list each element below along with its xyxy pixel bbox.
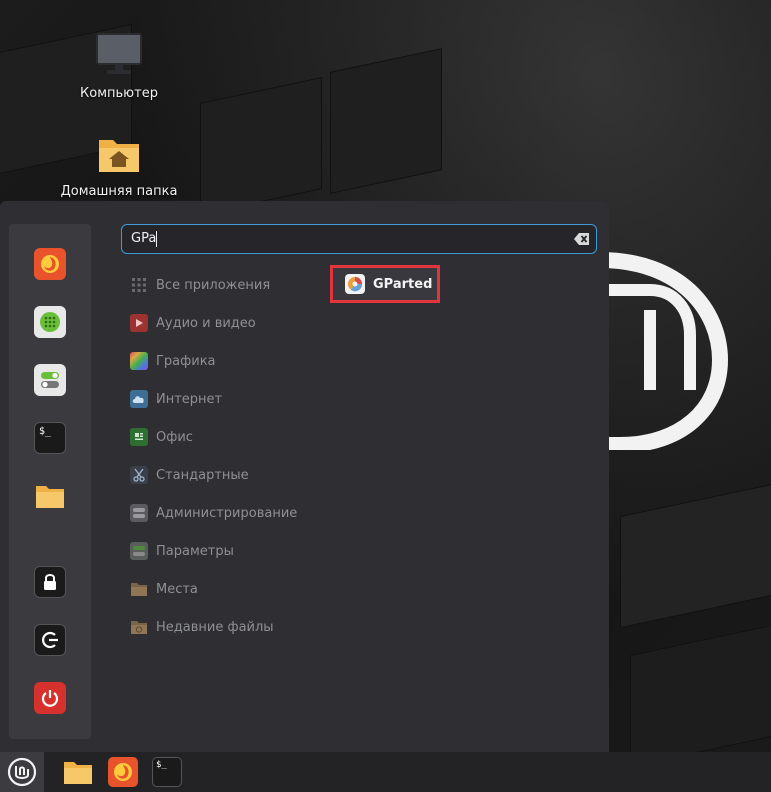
category-all-applications[interactable]: Все приложения	[130, 275, 270, 295]
category-office[interactable]: Офис	[130, 427, 193, 447]
search-result-gparted[interactable]: GParted	[330, 265, 440, 303]
taskbar-terminal[interactable]: $_	[152, 757, 182, 787]
category-internet[interactable]: Интернет	[130, 389, 222, 409]
search-input[interactable]: GPa	[121, 224, 597, 254]
mint-menu-icon	[7, 757, 37, 787]
desktop-icon-label: Домашняя папка	[60, 184, 178, 199]
clear-search-icon[interactable]	[574, 232, 590, 246]
bottom-panel: $_	[0, 752, 771, 792]
cloud-icon	[130, 390, 148, 408]
application-menu: $_ GPa Все приложения Аудио и видео Граф…	[0, 201, 609, 752]
category-label: Все приложения	[156, 277, 271, 293]
category-label: Аудио и видео	[156, 315, 256, 331]
favorite-terminal[interactable]: $_	[34, 422, 66, 454]
category-accessories[interactable]: Стандартные	[130, 465, 249, 485]
category-settings[interactable]: Параметры	[130, 541, 234, 561]
logout-icon	[42, 631, 58, 649]
lock-screen-icon	[44, 574, 56, 590]
text-caret	[156, 231, 157, 247]
palette-icon	[130, 352, 148, 370]
search-input-value: GPa	[131, 231, 157, 246]
search-result-label: GParted	[373, 276, 433, 292]
category-label: Графика	[156, 353, 216, 369]
files-icon	[36, 486, 64, 508]
document-icon	[130, 428, 148, 446]
desktop-icon-home-folder[interactable]: Домашняя папка	[59, 134, 179, 199]
favorite-software-manager[interactable]	[34, 306, 66, 338]
favorites-sidebar: $_	[9, 224, 91, 739]
taskbar-files[interactable]	[63, 757, 93, 787]
desktop-icon-label: Компьютер	[80, 86, 158, 101]
favorite-firefox[interactable]	[34, 248, 66, 280]
shutdown-icon	[41, 690, 59, 707]
category-label: Офис	[156, 429, 193, 445]
toggle-icon	[130, 504, 148, 522]
favorite-files[interactable]	[34, 480, 66, 512]
category-audio-video[interactable]: Аудио и видео	[130, 313, 256, 333]
firefox-icon	[41, 255, 59, 273]
settings-toggle-icon	[130, 542, 148, 560]
category-recent-files[interactable]: Недавние файлы	[130, 617, 274, 637]
scissors-icon	[130, 466, 148, 484]
play-icon	[130, 314, 148, 332]
favorite-system-settings[interactable]	[34, 364, 66, 396]
grid-icon	[130, 276, 148, 294]
monitor-icon	[96, 33, 142, 74]
desktop-icon-computer[interactable]: Компьютер	[59, 32, 179, 101]
category-administration[interactable]: Администрирование	[130, 503, 297, 523]
lock-screen-button[interactable]	[34, 566, 66, 598]
logout-button[interactable]	[34, 624, 66, 656]
start-menu-button[interactable]	[0, 752, 44, 792]
category-label: Интернет	[156, 391, 223, 407]
gparted-icon	[345, 274, 365, 294]
category-graphics[interactable]: Графика	[130, 351, 216, 371]
software-manager-icon	[40, 312, 60, 332]
system-settings-icon	[41, 372, 59, 388]
terminal-icon: $_	[39, 426, 52, 437]
firefox-icon	[114, 763, 132, 781]
category-places[interactable]: Места	[130, 579, 198, 599]
category-label: Места	[156, 581, 198, 597]
category-label: Параметры	[156, 543, 234, 559]
recent-folder-icon	[130, 618, 148, 636]
folder-icon	[130, 580, 148, 598]
category-label: Недавние файлы	[156, 619, 274, 635]
terminal-icon: $_	[156, 760, 167, 770]
category-label: Администрирование	[156, 505, 298, 521]
taskbar-firefox[interactable]	[108, 757, 138, 787]
category-label: Стандартные	[156, 467, 249, 483]
files-icon	[64, 762, 92, 784]
shutdown-button[interactable]	[34, 682, 66, 714]
home-folder-icon	[99, 140, 139, 172]
